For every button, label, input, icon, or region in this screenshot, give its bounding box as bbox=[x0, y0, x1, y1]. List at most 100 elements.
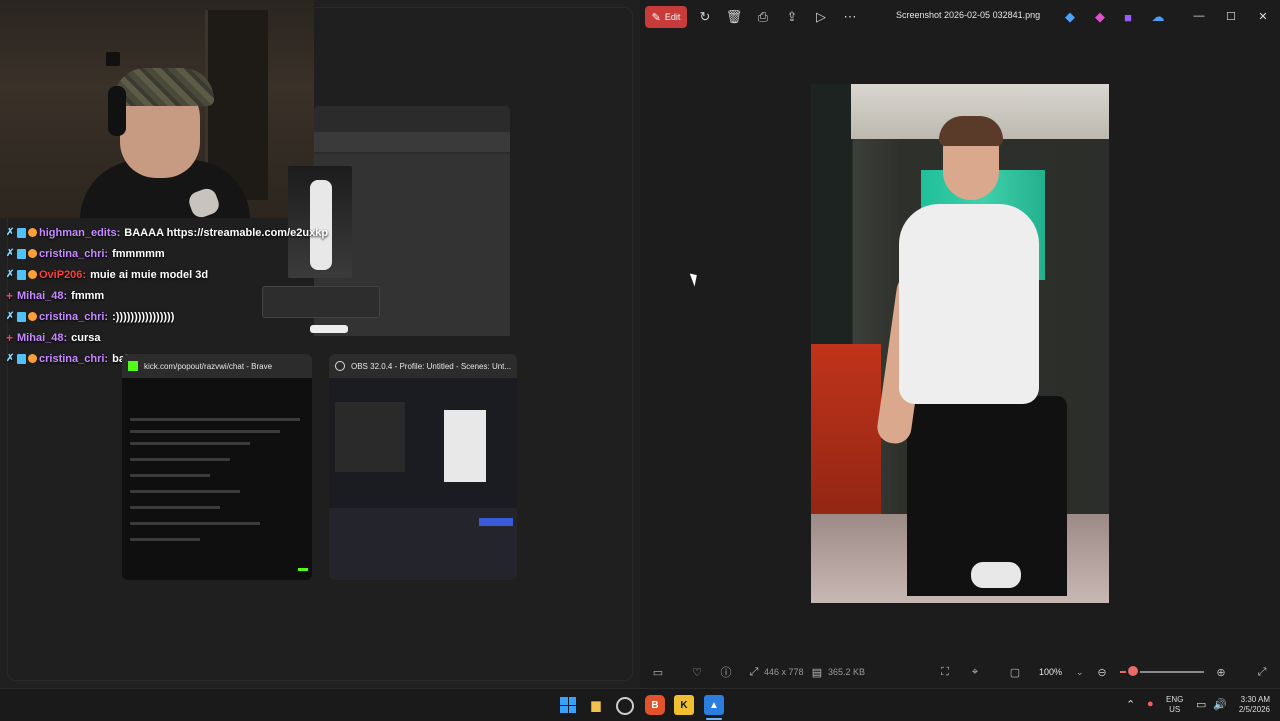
zoom-value: 100% bbox=[1039, 667, 1063, 677]
share-icon[interactable]: ⇪ bbox=[783, 6, 801, 28]
chat-text: BAAAA https://streamable.com/e2uxkp bbox=[124, 226, 329, 239]
language-code: ENG bbox=[1166, 695, 1184, 704]
clock-date: 2/5/2026 bbox=[1238, 705, 1270, 714]
chat-message: ✗ highman_edits: BAAAA https://streamable.… bbox=[6, 222, 346, 243]
sword-badge-icon: ✗ bbox=[6, 353, 15, 364]
webcam-overlay bbox=[0, 0, 314, 218]
chat-text: fmmmmm bbox=[112, 247, 165, 260]
thumbnail-title-bar: OBS 32.0.4 - Profile: Untitled - Scenes:… bbox=[329, 354, 517, 378]
subscriber-badge-icon bbox=[17, 311, 26, 322]
thumbnail-title: kick.com/popout/razvwi/chat - Brave bbox=[144, 361, 273, 371]
rotate-icon[interactable]: ↻ bbox=[696, 6, 714, 28]
subscriber-badge-icon bbox=[17, 353, 26, 364]
star-badge-icon bbox=[28, 270, 37, 279]
star-badge-icon bbox=[28, 228, 37, 237]
obs-taskbar-icon[interactable] bbox=[616, 697, 634, 715]
plus-badge-icon: + bbox=[6, 288, 14, 303]
thumbnail-content-obs bbox=[329, 378, 517, 580]
volume-icon[interactable]: 🔊 bbox=[1213, 698, 1227, 711]
microphone-icon[interactable]: ● bbox=[1147, 698, 1154, 710]
windows-logo-icon bbox=[560, 697, 576, 713]
headset-icon bbox=[108, 86, 126, 136]
language-region: US bbox=[1169, 705, 1181, 714]
chat-message: ✗ OviP206: muie ai muie model 3d bbox=[6, 264, 346, 285]
chat-text: :)))))))))))))))) bbox=[112, 310, 175, 323]
photos-app-window: ✎ Edit ↻ 🗑 ⎙ ⇪ ▷ ⋯ Screenshot 2026-02-05… bbox=[640, 0, 1280, 688]
delete-icon[interactable]: 🗑 bbox=[725, 6, 743, 28]
file-explorer-icon[interactable]: ▆ bbox=[586, 695, 606, 715]
chevron-down-icon: ⌄ bbox=[1076, 666, 1084, 677]
zoom-in-icon[interactable]: ⊕ bbox=[1214, 665, 1228, 679]
chat-username[interactable]: Mihai_48: bbox=[17, 290, 67, 302]
scan-icon[interactable]: ⛶ bbox=[938, 665, 952, 679]
subscriber-badge-icon bbox=[17, 227, 26, 238]
star-badge-icon bbox=[28, 354, 37, 363]
subscriber-badge-icon bbox=[17, 269, 26, 280]
print-icon[interactable]: ⎙ bbox=[754, 6, 772, 28]
edit-label: Edit bbox=[664, 12, 681, 22]
tray-overflow-icon[interactable]: ⌃ bbox=[1126, 698, 1135, 711]
webcam-streamer-cap bbox=[114, 68, 214, 106]
webcam-wall-item bbox=[106, 52, 120, 66]
kick-taskbar-icon[interactable]: K bbox=[674, 695, 694, 715]
subscriber-badge-icon bbox=[17, 248, 26, 259]
chat-username[interactable]: cristina_chri: bbox=[39, 248, 108, 260]
designer-icon[interactable]: ◆ bbox=[1062, 6, 1078, 28]
sword-badge-icon: ✗ bbox=[6, 248, 15, 259]
maximize-icon[interactable]: ☐ bbox=[1216, 6, 1246, 26]
start-button[interactable] bbox=[558, 695, 578, 715]
window-thumbnail-obs[interactable]: OBS 32.0.4 - Profile: Untitled - Scenes:… bbox=[329, 354, 517, 580]
thumbnail-title-bar: kick.com/popout/razvwi/chat - Brave bbox=[122, 354, 312, 378]
sword-badge-icon: ✗ bbox=[6, 227, 15, 238]
sword-badge-icon: ✗ bbox=[6, 311, 15, 322]
chat-text: fmmm bbox=[71, 289, 105, 302]
zoom-slider-thumb[interactable] bbox=[1127, 666, 1138, 676]
file-size-icon: ▤ bbox=[811, 666, 823, 679]
chat-message: + Mihai_48: cursa bbox=[6, 327, 346, 348]
chat-text: muie ai muie model 3d bbox=[90, 268, 209, 281]
close-icon[interactable]: ✕ bbox=[1248, 6, 1278, 26]
slideshow-icon[interactable]: ▷ bbox=[812, 6, 830, 28]
obs-icon bbox=[335, 361, 345, 371]
desktop-left-area: ✗ highman_edits: BAAAA https://streamable.… bbox=[0, 0, 640, 688]
clock-time: 3:30 AM bbox=[1240, 695, 1270, 704]
chat-username[interactable]: cristina_chri: bbox=[39, 353, 108, 365]
taskbar: ▆ B K ▲ ⌃ ● ENG US ▭ 🔊 3:30 AM 2/5/2026 bbox=[0, 688, 1280, 721]
chat-username[interactable]: Mihai_48: bbox=[17, 332, 67, 344]
thumbnail-content-brave bbox=[122, 378, 312, 580]
chat-username[interactable]: cristina_chri: bbox=[39, 311, 108, 323]
clipchamp-icon[interactable]: ■ bbox=[1120, 6, 1136, 28]
displayed-photo bbox=[811, 84, 1109, 603]
photos-toolbar: ✎ Edit ↻ 🗑 ⎙ ⇪ ▷ ⋯ Screenshot 2026-02-05… bbox=[640, 0, 1280, 34]
zoom-dropdown[interactable]: 100% ⌄ bbox=[1031, 662, 1089, 682]
edit-button[interactable]: ✎ Edit bbox=[645, 6, 687, 28]
more-icon[interactable]: ⋯ bbox=[841, 6, 859, 28]
star-badge-icon bbox=[28, 249, 37, 258]
brave-taskbar-icon[interactable]: B bbox=[645, 695, 665, 715]
filmstrip-icon[interactable]: ▭ bbox=[651, 665, 665, 679]
chat-username[interactable]: OviP206: bbox=[39, 269, 86, 281]
fullscreen-icon[interactable]: ⤢ bbox=[1255, 665, 1269, 679]
language-indicator[interactable]: ENG US bbox=[1166, 695, 1183, 715]
file-size: 365.2 KB bbox=[828, 667, 866, 677]
chat-username[interactable]: highman_edits: bbox=[39, 227, 120, 239]
thumbnail-title: OBS 32.0.4 - Profile: Untitled - Scenes:… bbox=[351, 361, 512, 371]
favorite-icon[interactable]: ♡ bbox=[690, 665, 704, 679]
minimize-icon[interactable]: — bbox=[1184, 6, 1214, 26]
copilot-icon[interactable]: ◆ bbox=[1092, 6, 1108, 28]
zoom-out-icon[interactable]: ⊖ bbox=[1095, 665, 1109, 679]
dimensions-icon: ⤢ bbox=[749, 665, 759, 678]
onedrive-icon[interactable]: ☁ bbox=[1150, 6, 1166, 28]
network-icon[interactable]: ▭ bbox=[1196, 698, 1206, 711]
fit-window-icon[interactable]: ▢ bbox=[1008, 665, 1022, 679]
plus-badge-icon: + bbox=[6, 330, 14, 345]
system-clock[interactable]: 3:30 AM 2/5/2026 bbox=[1230, 695, 1270, 715]
visual-search-icon[interactable]: ⌖ bbox=[968, 665, 982, 679]
file-title: Screenshot 2026-02-05 032841.png bbox=[896, 10, 1041, 20]
window-thumbnail-brave[interactable]: kick.com/popout/razvwi/chat - Brave bbox=[122, 354, 312, 580]
chat-text: cursa bbox=[71, 331, 101, 344]
edit-icon: ✎ bbox=[651, 11, 661, 24]
info-icon[interactable]: ⓘ bbox=[719, 665, 733, 679]
photos-taskbar-icon[interactable]: ▲ bbox=[704, 695, 724, 720]
chat-message: + Mihai_48: fmmm bbox=[6, 285, 346, 306]
